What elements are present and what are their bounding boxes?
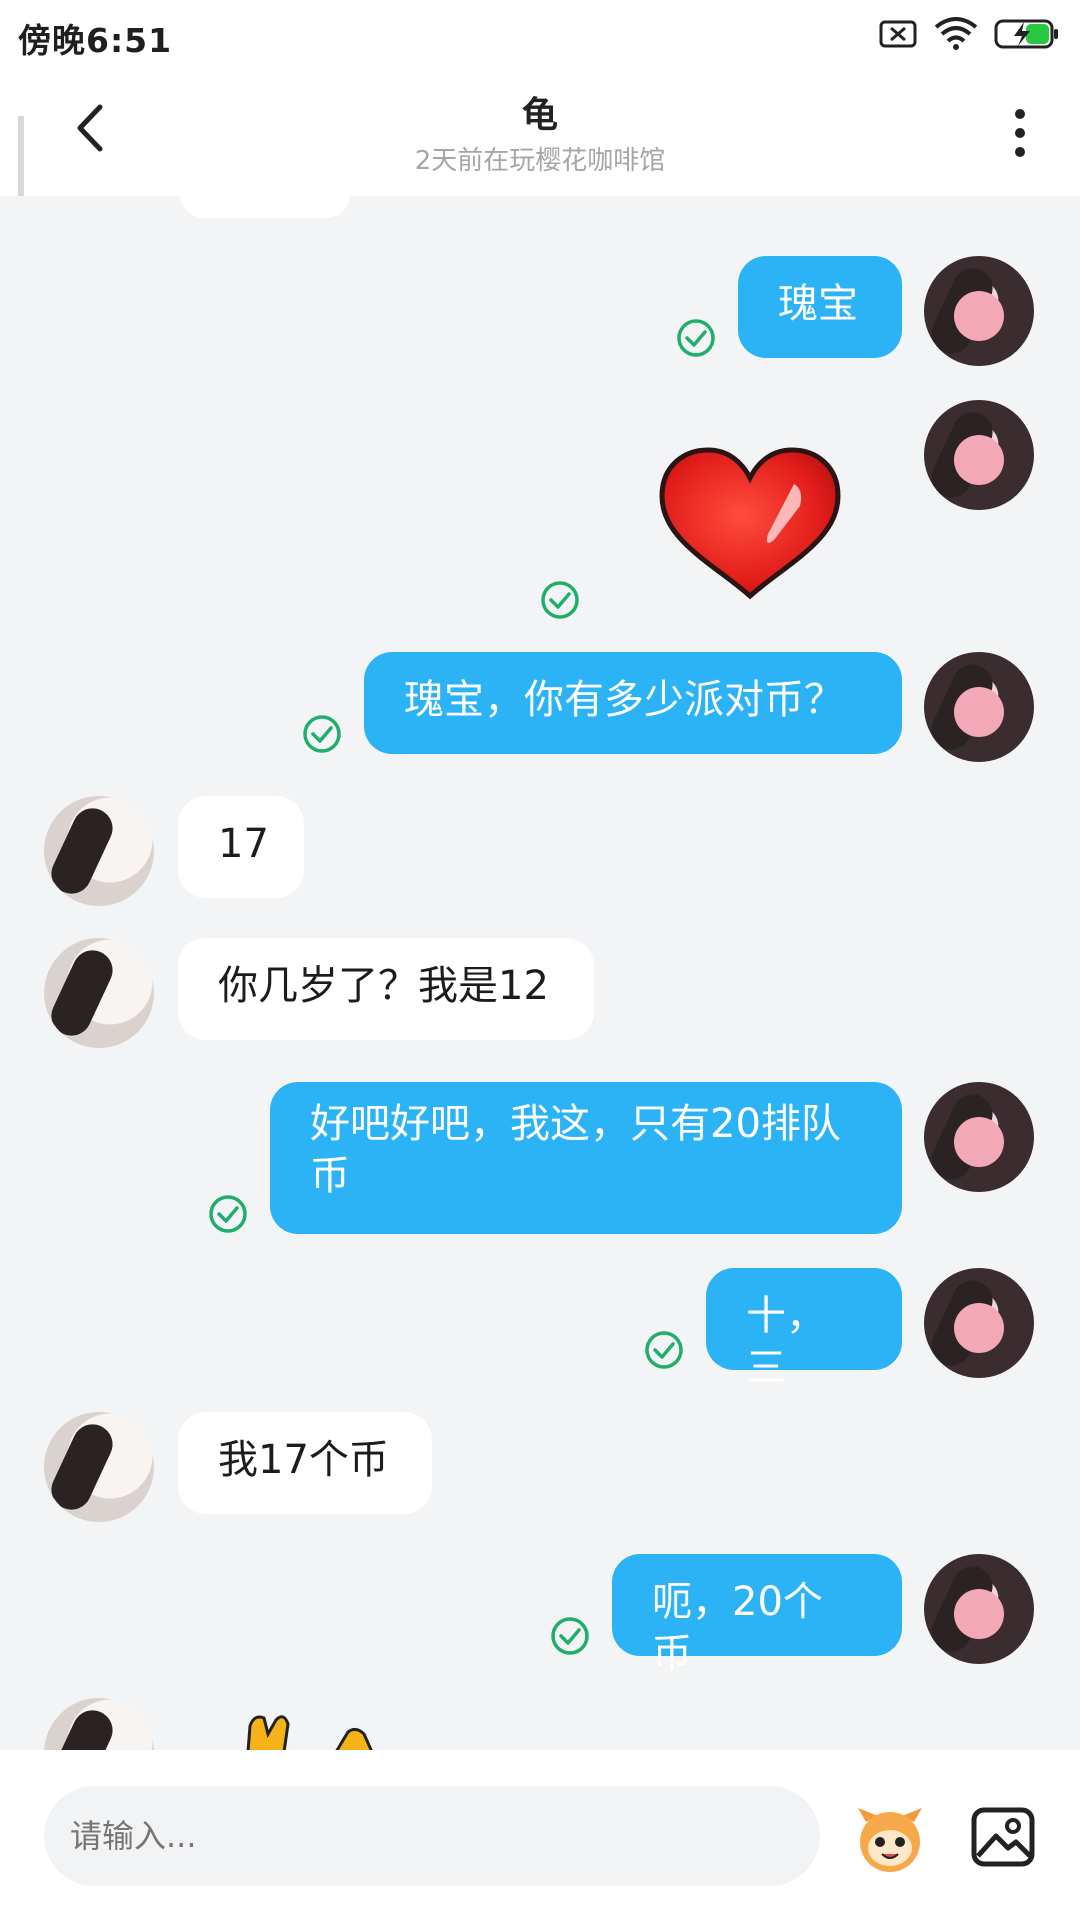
outgoing-message[interactable]: 呃，20个币 — [612, 1554, 902, 1677]
input-bar — [0, 1750, 1080, 1920]
chat-subtitle: 2天前在玩樱花咖啡馆 — [414, 146, 666, 176]
heart-sticker[interactable] — [654, 444, 846, 604]
contact-avatar[interactable] — [44, 796, 154, 906]
contact-avatar[interactable] — [44, 1698, 154, 1750]
my-avatar[interactable] — [924, 256, 1034, 366]
outgoing-message[interactable]: 瑰宝，你有多少派对币？ — [364, 652, 902, 754]
emoji-sticker-button[interactable] — [850, 1798, 930, 1878]
sent-check-icon — [677, 319, 715, 357]
my-avatar[interactable] — [924, 400, 1034, 510]
status-time: 傍晚6:51 — [18, 21, 173, 60]
sent-check-icon — [209, 1195, 247, 1233]
message-input[interactable] — [44, 1786, 820, 1886]
wifi-icon — [934, 17, 978, 50]
sent-check-icon — [303, 715, 341, 753]
outgoing-message[interactable]: 十，三 — [706, 1268, 902, 1391]
chat-header: 龟 2天前在玩樱花咖啡馆 — [0, 68, 1080, 244]
sent-check-icon — [541, 581, 579, 619]
battery-charging-icon — [994, 19, 1058, 49]
sent-check-icon — [551, 1617, 589, 1655]
image-picker-icon[interactable] — [968, 1802, 1038, 1872]
contact-avatar[interactable] — [44, 1412, 154, 1522]
status-bar: 傍晚6:51 — [0, 0, 1080, 68]
chat-title: 龟 — [521, 95, 558, 136]
status-icons — [878, 16, 1060, 52]
sent-check-icon — [645, 1331, 683, 1369]
my-avatar[interactable] — [924, 1082, 1034, 1192]
my-avatar[interactable] — [924, 652, 1034, 762]
sticker-partial[interactable] — [244, 1712, 394, 1750]
previous-message-peek — [180, 196, 350, 218]
outgoing-message[interactable]: 好吧好吧，我这，只有20排队币 — [270, 1082, 902, 1234]
incoming-message[interactable]: 我17个币 — [178, 1412, 432, 1514]
message-list[interactable]: 瑰宝 瑰宝，你有多少派对币？ 17 你几岁了？我是12 好吧好吧，我这，只有20… — [0, 196, 1080, 1750]
my-avatar[interactable] — [924, 1554, 1034, 1664]
no-sim-icon — [879, 20, 917, 48]
incoming-message[interactable]: 你几岁了？我是12 — [178, 938, 594, 1040]
incoming-message[interactable]: 17 — [178, 796, 304, 898]
contact-avatar[interactable] — [44, 938, 154, 1048]
more-options-button[interactable] — [990, 98, 1050, 168]
outgoing-message[interactable]: 瑰宝 — [738, 256, 902, 358]
my-avatar[interactable] — [924, 1268, 1034, 1378]
more-vertical-icon — [1015, 109, 1025, 157]
